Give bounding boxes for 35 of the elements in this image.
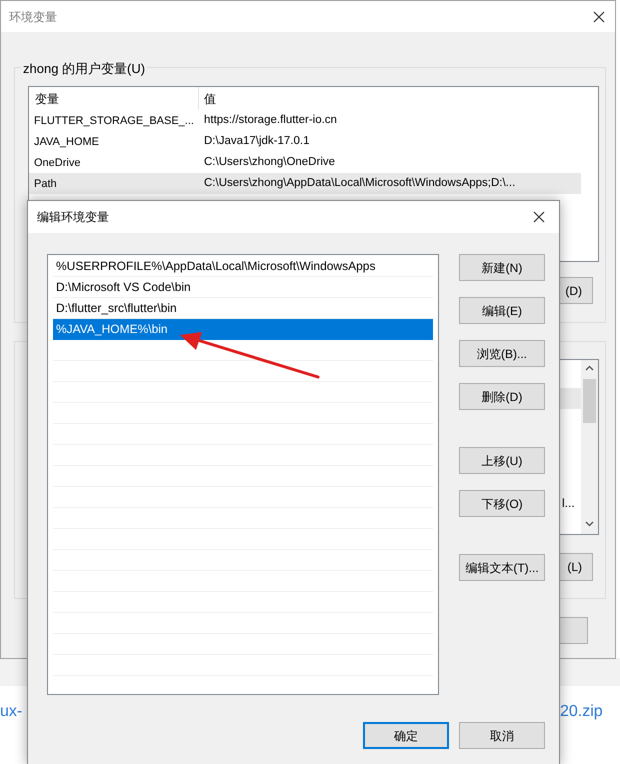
scroll-up-icon[interactable] (585, 365, 594, 371)
button[interactable]: 上移(U) (459, 447, 545, 474)
table-cell: Path (34, 178, 57, 190)
link[interactable]: ux- (0, 700, 22, 724)
ok-button[interactable]: 确定 (363, 722, 449, 749)
scroll-down-icon[interactable] (585, 521, 594, 527)
table-cell: JAVA_HOME (34, 136, 99, 148)
table-cell-text: D:\Java17\jdk-17.0.1 (203, 134, 310, 149)
scroll-thumb[interactable] (583, 379, 596, 423)
table-row[interactable]: Path C:\Users\zhong\AppData\Local\Microsoft\WindowsApps;D:\... (29, 173, 581, 194)
button[interactable]: 浏览(B)... (459, 340, 545, 367)
table-cell-text: https://storage.flutter-io.cn (203, 112, 337, 128)
button[interactable]: 新建(N) (459, 254, 545, 281)
table-cell: OneDrive (34, 157, 80, 170)
close-icon[interactable] (593, 10, 605, 22)
list-item[interactable]: %USERPROFILE%\AppData\Local\Microsoft\WindowsApps (53, 256, 433, 277)
button[interactable]: 编辑(E) (459, 297, 545, 324)
column-header[interactable]: 变量 (29, 87, 199, 110)
group-title: zhong 的用户变量(U) (21, 59, 148, 78)
table-cell-text: C:\Users\zhong\AppData\Local\Microsoft\WindowsApps;D:\... (203, 176, 516, 191)
close-icon[interactable] (533, 211, 545, 223)
button[interactable]: 编辑文本(T)... (459, 554, 545, 581)
button[interactable]: 下移(O) (459, 490, 545, 517)
list-item[interactable]: D:\Microsoft VS Code\bin (53, 277, 433, 298)
table-cell-text: l... (562, 495, 575, 512)
list-item[interactable]: %JAVA_HOME%\bin (53, 319, 433, 340)
scrollbar[interactable] (581, 360, 598, 534)
window-title: 环境变量 (9, 8, 57, 26)
cancel-button[interactable]: 取消 (459, 722, 545, 749)
column-header[interactable]: 值 (199, 90, 216, 108)
button[interactable]: 删除(D) (459, 383, 545, 410)
link[interactable]: 20.zip (560, 700, 603, 724)
table-cell: FLUTTER_STORAGE_BASE_... (34, 115, 194, 128)
dialog-title: 编辑环境变量 (37, 209, 109, 226)
table-cell-text: C:\Users\zhong\OneDrive (203, 154, 336, 170)
